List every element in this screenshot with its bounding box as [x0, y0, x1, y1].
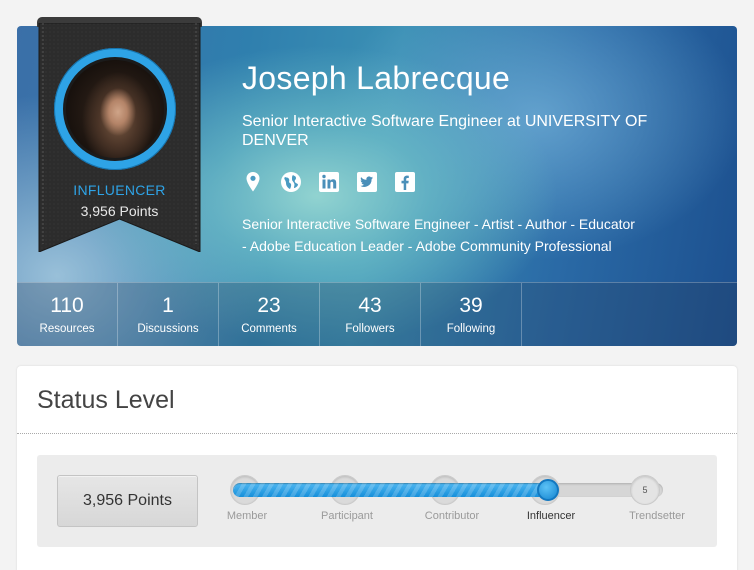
twitter-icon[interactable] — [356, 171, 378, 193]
status-panel: 3,956 Points 5 Member Participant Contri… — [37, 455, 717, 547]
stat-value: 1 — [162, 294, 174, 317]
progress-fill — [233, 483, 551, 497]
stat-value: 110 — [50, 294, 84, 317]
linkedin-icon[interactable] — [318, 171, 340, 193]
level-label-influencer: Influencer — [526, 510, 576, 522]
stat-label: Discussions — [137, 323, 199, 335]
level-label-contributor: Contributor — [424, 510, 480, 522]
stat-label: Following — [446, 323, 496, 335]
avatar-photo — [63, 57, 167, 161]
level-label-participant: Participant — [321, 510, 373, 522]
level-progress: 5 Member Participant Contributor Influen… — [227, 475, 685, 535]
stat-value: 43 — [358, 294, 382, 317]
stat-discussions[interactable]: 1 Discussions — [118, 283, 219, 346]
stats-spacer — [522, 283, 737, 346]
profile-bio: Senior Interactive Software Engineer - A… — [242, 216, 635, 254]
ribbon-points: 3,956 Points — [80, 203, 159, 219]
profile-name: Joseph Labrecque — [242, 60, 511, 96]
status-divider — [17, 433, 737, 434]
ribbon-level-label: INFLUENCER — [73, 182, 166, 198]
level-label-trendsetter: Trendsetter — [629, 510, 685, 522]
level-label-member: Member — [226, 510, 268, 522]
level-ribbon: INFLUENCER 3,956 Points — [37, 17, 202, 252]
avatar[interactable] — [54, 48, 176, 170]
stat-label: Resources — [39, 323, 95, 335]
stat-following[interactable]: 39 Following — [421, 283, 522, 346]
stat-value: 23 — [257, 294, 281, 317]
facebook-icon[interactable] — [394, 171, 416, 193]
stat-value: 39 — [459, 294, 483, 317]
level-node-trendsetter: 5 — [630, 475, 660, 505]
current-level-dot — [537, 479, 559, 501]
stat-followers[interactable]: 43 Followers — [320, 283, 421, 346]
status-level-card: Status Level 3,956 Points 5 Member Parti… — [17, 366, 737, 570]
stats-bar: 110 Resources 1 Discussions 23 Comments … — [17, 282, 737, 346]
location-icon[interactable] — [242, 171, 264, 193]
stat-label: Followers — [345, 323, 395, 335]
stat-label: Comments — [241, 323, 297, 335]
stat-resources[interactable]: 110 Resources — [17, 283, 118, 346]
globe-icon[interactable] — [280, 171, 302, 193]
status-title: Status Level — [37, 386, 175, 414]
points-box: 3,956 Points — [57, 475, 198, 527]
stat-comments[interactable]: 23 Comments — [219, 283, 320, 346]
profile-title: Senior Interactive Software Engineer at … — [242, 113, 648, 149]
social-links — [242, 171, 416, 193]
